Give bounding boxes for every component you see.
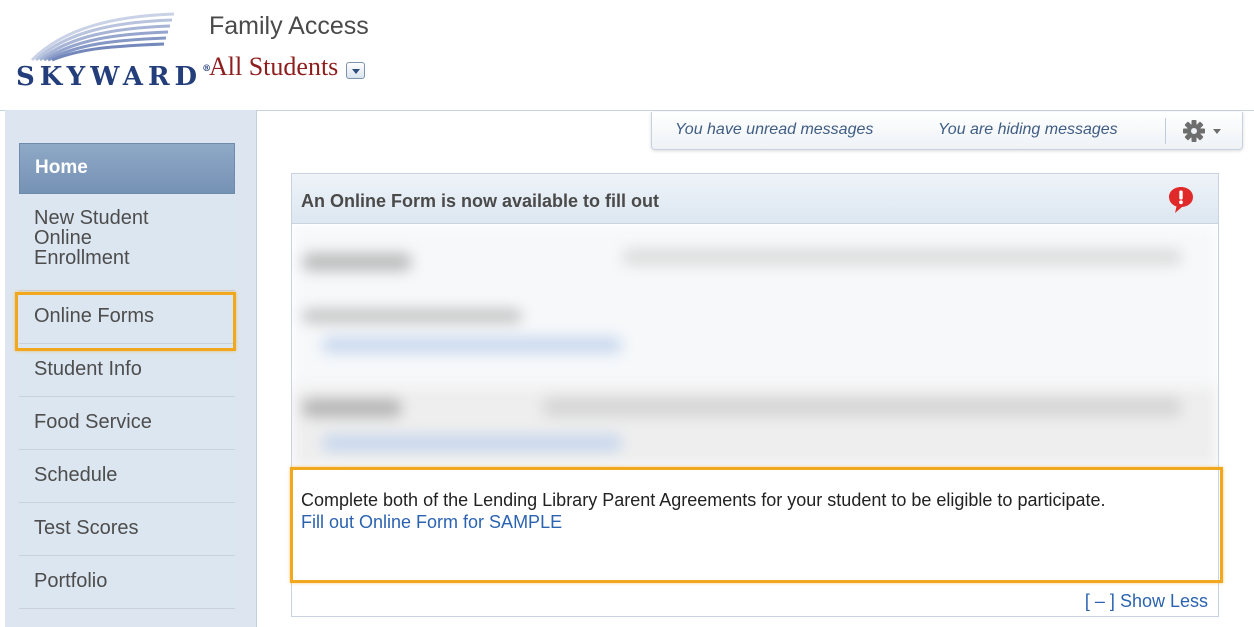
student-selector-label[interactable]: All Students <box>209 52 338 82</box>
skyward-logo: SKYWARD® <box>14 8 211 92</box>
sidebar-item-online-forms[interactable]: Online Forms <box>19 291 235 344</box>
sidebar-item-portfolio[interactable]: Portfolio <box>19 556 235 609</box>
sidebar-item-schedule[interactable]: Schedule <box>19 450 235 503</box>
sidebar-nav: Home New Student Online Enrollment Onlin… <box>19 143 235 609</box>
sidebar-item-test-scores[interactable]: Test Scores <box>19 503 235 556</box>
messages-bar: You have unread messages You are hiding … <box>651 112 1243 150</box>
student-selector[interactable]: All Students <box>209 52 366 82</box>
sidebar-item-food-service[interactable]: Food Service <box>19 397 235 450</box>
brand-wordmark: SKYWARD® <box>16 62 212 92</box>
blurred-row <box>292 225 1218 385</box>
notice-text: Complete both of the Lending Library Par… <box>301 490 1106 510</box>
sidebar-item-new-student-enrollment[interactable]: New Student Online Enrollment <box>19 194 235 291</box>
panel-header: An Online Form is now available to fill … <box>292 174 1218 224</box>
gear-icon[interactable] <box>1182 119 1232 143</box>
sidebar-item-home[interactable]: Home <box>19 143 235 194</box>
blurred-content <box>292 225 1218 467</box>
app-title: Family Access <box>209 12 369 40</box>
divider <box>1165 118 1166 144</box>
hiding-messages-link[interactable]: You are hiding messages <box>938 121 1118 139</box>
sidebar-item-label: Enrollment <box>34 247 130 269</box>
unread-messages-link[interactable]: You have unread messages <box>675 121 873 139</box>
exclamation-bubble-icon <box>1168 186 1194 214</box>
online-form-panel: An Online Form is now available to fill … <box>291 173 1219 617</box>
form-notice: Complete both of the Lending Library Par… <box>301 490 1201 533</box>
swoosh-icon <box>30 12 175 62</box>
fill-out-form-link[interactable]: Fill out Online Form for SAMPLE <box>301 511 562 533</box>
blurred-row <box>292 385 1218 467</box>
sidebar-item-label: New Student <box>34 207 149 229</box>
sidebar-item-student-info[interactable]: Student Info <box>19 344 235 397</box>
chevron-down-icon[interactable] <box>346 61 366 79</box>
header: SKYWARD® Family Access All Students <box>0 0 1254 110</box>
show-less-toggle[interactable]: [ – ] Show Less <box>1085 591 1208 612</box>
panel-title: An Online Form is now available to fill … <box>301 191 660 211</box>
sidebar-item-label: Online <box>34 227 92 249</box>
